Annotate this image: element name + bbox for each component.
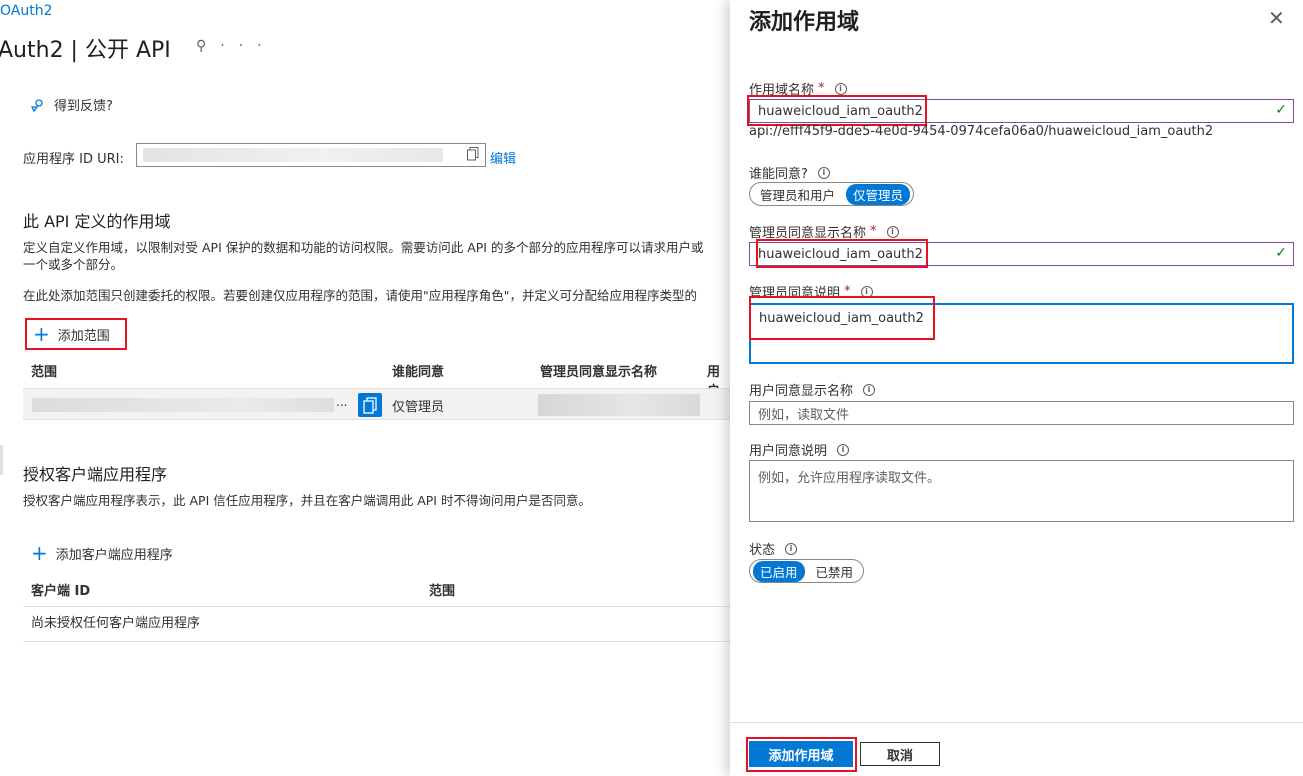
clients-section-title: 授权客户端应用程序: [23, 465, 168, 484]
highlight-box: [756, 239, 928, 268]
highlight-box: [746, 737, 857, 772]
add-scope-panel: 添加作用域 ✕ 作用域名称 * i huaweicloud_iam_oauth2 ✓…: [730, 0, 1303, 776]
desc-line: 定义自定义作用域，以限制对受 API 保护的数据和功能的访问权限。需要访问此 A…: [23, 240, 704, 255]
add-client-label: 添加客户端应用程序: [55, 547, 173, 563]
label-text: 用户同意显示名称: [749, 384, 854, 399]
divider: [0, 445, 3, 475]
col-admin-display: 管理员同意显示名称: [540, 365, 658, 380]
plus-icon: +: [31, 541, 48, 565]
placeholder-text: 例如，读取文件: [758, 407, 850, 423]
col-client-scope: 范围: [429, 584, 456, 599]
redacted-uri: [143, 148, 443, 162]
empty-state: 尚未授权任何客户端应用程序: [31, 616, 201, 631]
info-icon[interactable]: i: [817, 166, 830, 179]
state-toggle[interactable]: 已启用 已禁用: [749, 559, 865, 583]
scopes-section-description: 定义自定义作用域，以限制对受 API 保护的数据和功能的访问权限。需要访问此 A…: [23, 239, 730, 273]
label-text: 状态: [749, 543, 776, 558]
info-icon[interactable]: i: [834, 82, 847, 95]
more-options-icon[interactable]: ···: [220, 38, 275, 54]
table-row[interactable]: ... 仅管理员: [23, 388, 730, 420]
option-disabled[interactable]: 已禁用: [809, 561, 861, 582]
option-admins-and-users[interactable]: 管理员和用户: [753, 184, 842, 205]
divider: [730, 722, 1303, 723]
ellipsis: ...: [336, 395, 348, 409]
divider: [23, 641, 730, 642]
feedback-label: 得到反馈?: [54, 99, 113, 114]
user-desc-textarea[interactable]: 例如，允许应用程序读取文件。: [749, 460, 1294, 522]
copy-icon: [363, 397, 377, 414]
option-admins-only[interactable]: 仅管理员: [846, 183, 911, 205]
app-id-uri-field[interactable]: [136, 143, 486, 167]
page-title: Auth2 | 公开 API: [0, 38, 171, 63]
scope-uri-preview: api://efff45f9-dde5-4e0d-9454-0974cefa06…: [749, 124, 1214, 139]
user-display-label: 用户同意显示名称 i: [749, 380, 876, 399]
plus-icon: +: [33, 322, 50, 346]
row-who-consent: 仅管理员: [392, 400, 445, 415]
required-mark: *: [870, 224, 877, 239]
info-icon[interactable]: i: [785, 542, 798, 555]
scopes-section-note: 在此处添加范围只创建委托的权限。若要创建仅应用程序的范围，请使用"应用程序角色"…: [23, 288, 698, 303]
state-label: 状态 i: [749, 539, 798, 558]
col-who-consent: 谁能同意: [392, 365, 445, 380]
api-exposure-page: OAuth2 Auth2 | 公开 API ⚲··· 得到反馈? 应用程序 ID…: [0, 0, 730, 776]
option-enabled[interactable]: 已启用: [753, 560, 805, 582]
user-display-field[interactable]: 例如，读取文件: [749, 401, 1294, 425]
info-icon[interactable]: i: [863, 383, 876, 396]
highlight-box: [747, 95, 927, 126]
required-mark: *: [818, 81, 825, 96]
info-icon[interactable]: i: [837, 443, 850, 456]
close-icon[interactable]: ✕: [1268, 6, 1285, 30]
breadcrumb[interactable]: OAuth2: [0, 3, 53, 19]
panel-title: 添加作用域: [749, 10, 860, 35]
feedback-link[interactable]: 得到反馈?: [30, 95, 113, 114]
add-client-app-button[interactable]: + 添加客户端应用程序: [31, 543, 173, 563]
label-text: 谁能同意?: [749, 167, 808, 182]
check-icon: ✓: [1275, 245, 1287, 261]
label-text: 用户同意说明: [749, 444, 828, 459]
desc-line: 一个或多个部分。: [23, 257, 124, 272]
redacted-scope: [32, 398, 334, 412]
divider: [23, 606, 730, 607]
copy-scope-button[interactable]: [358, 393, 382, 417]
who-consent-toggle[interactable]: 管理员和用户 仅管理员: [749, 182, 915, 206]
check-icon: ✓: [1275, 102, 1287, 118]
clients-section-description: 授权客户端应用程序表示，此 API 信任应用程序，并且在客户端调用此 API 时…: [23, 493, 591, 508]
copy-icon[interactable]: [467, 147, 479, 161]
title-actions: ⚲···: [196, 38, 276, 54]
cancel-button[interactable]: 取消: [860, 742, 940, 766]
col-client-id: 客户端 ID: [31, 584, 91, 599]
feedback-icon: [30, 98, 43, 112]
highlight-box: [749, 296, 935, 340]
add-scope-label: 添加范围: [57, 328, 110, 344]
edit-uri-link[interactable]: 编辑: [490, 148, 516, 167]
info-icon[interactable]: i: [886, 225, 899, 238]
placeholder-text: 例如，允许应用程序读取文件。: [758, 471, 941, 486]
user-desc-label: 用户同意说明 i: [749, 440, 850, 459]
add-scope-button[interactable]: + 添加范围: [25, 318, 127, 350]
pin-icon[interactable]: ⚲: [196, 38, 220, 54]
app-id-uri-label: 应用程序 ID URI:: [23, 152, 124, 167]
col-scope: 范围: [31, 365, 58, 380]
scopes-section-title: 此 API 定义的作用域: [23, 212, 171, 231]
redacted-display-name: [538, 394, 700, 416]
who-consent-label: 谁能同意? i: [749, 163, 830, 182]
